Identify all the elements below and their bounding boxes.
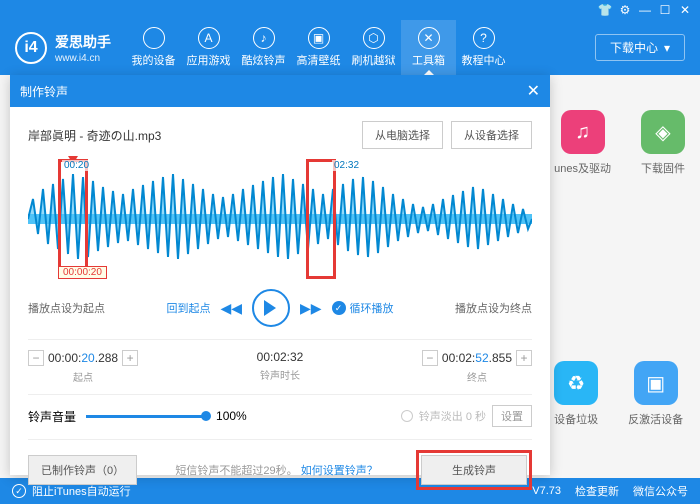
image-icon: ▣ xyxy=(308,27,330,49)
playhead-time-overlay: 00:00:20 xyxy=(58,266,107,279)
loop-toggle[interactable]: ✓循环播放 xyxy=(332,300,394,316)
choose-from-device-button[interactable]: 从设备选择 xyxy=(451,121,532,149)
modal-title: 制作铃声 xyxy=(20,83,68,100)
slider-thumb[interactable] xyxy=(201,411,211,421)
start-time-overlay: 00:20 xyxy=(62,160,91,171)
start-increment[interactable]: + xyxy=(122,350,138,366)
side-panel: ♫unes及驱动 ◈下载固件 ♻设备垃圾 ▣反激活设备 xyxy=(554,110,685,427)
wechat-link[interactable]: 微信公众号 xyxy=(633,483,688,499)
next-button[interactable]: ▶▶ xyxy=(300,300,322,317)
start-marker[interactable] xyxy=(58,159,88,279)
nav-tutorials[interactable]: ?教程中心 xyxy=(456,20,511,75)
appstore-icon: A xyxy=(198,27,220,49)
logo-icon: i4 xyxy=(15,32,47,64)
end-time-block: −00:02:52.855+ 终点 xyxy=(422,350,532,384)
recycle-icon: ♻ xyxy=(554,361,598,405)
chevron-down-icon: ▾ xyxy=(664,41,670,55)
made-ringtones-button[interactable]: 已制作铃声（0） xyxy=(28,455,137,485)
generate-ringtone-button[interactable]: 生成铃声 xyxy=(421,455,527,485)
music-icon: ♫ xyxy=(561,110,605,154)
set-start-point-button[interactable]: 播放点设为起点 xyxy=(28,300,105,316)
close-icon[interactable]: ✕ xyxy=(678,3,692,17)
download-center-button[interactable]: 下载中心▾ xyxy=(595,34,685,61)
tile-download-firmware[interactable]: ◈下载固件 xyxy=(641,110,685,176)
box-icon: ⬡ xyxy=(363,27,385,49)
logo-area: i4 爱思助手 www.i4.cn xyxy=(0,32,126,64)
end-decrement[interactable]: − xyxy=(422,350,438,366)
fade-radio[interactable] xyxy=(401,410,413,422)
tile-device-trash[interactable]: ♻设备垃圾 xyxy=(554,361,598,427)
modal-close-button[interactable]: ✕ xyxy=(527,81,540,101)
bell-icon: ♪ xyxy=(253,27,275,49)
nav-apps-games[interactable]: A应用游戏 xyxy=(181,20,236,75)
choose-from-pc-button[interactable]: 从电脑选择 xyxy=(362,121,443,149)
tile-itunes-driver[interactable]: ♫unes及驱动 xyxy=(554,110,611,176)
volume-slider[interactable] xyxy=(86,415,206,418)
fade-label: 铃声淡出 0 秒 xyxy=(419,408,486,424)
volume-value: 100% xyxy=(216,409,247,423)
minimize-icon[interactable]: — xyxy=(638,3,652,17)
nav-toolbox[interactable]: ✕工具箱 xyxy=(401,20,456,75)
back-to-start-button[interactable]: 回到起点 xyxy=(166,300,210,316)
maximize-icon[interactable]: ☐ xyxy=(658,3,672,17)
audio-filename: 岸部眞明 - 奇迹の山.mp3 xyxy=(28,127,161,144)
start-time-block: −00:00:20.288+ 起点 xyxy=(28,350,138,384)
app-url: www.i4.cn xyxy=(55,53,111,64)
window-title-bar: 👕 ⚙ — ☐ ✕ xyxy=(0,0,700,20)
tile-deactivate[interactable]: ▣反激活设备 xyxy=(628,361,683,427)
ringtone-maker-modal: 制作铃声 ✕ 岸部眞明 - 奇迹の山.mp3 从电脑选择 从设备选择 00:20… xyxy=(10,75,550,475)
nav-my-device[interactable]: 我的设备 xyxy=(126,20,181,75)
nav-jailbreak[interactable]: ⬡刷机越狱 xyxy=(346,20,401,75)
skin-icon[interactable]: 👕 xyxy=(598,3,612,17)
start-decrement[interactable]: − xyxy=(28,350,44,366)
hint-text: 短信铃声不能超过29秒。 如何设置铃声？ xyxy=(175,462,377,478)
volume-label: 铃声音量 xyxy=(28,408,76,425)
main-nav: 我的设备 A应用游戏 ♪酷炫铃声 ▣高清壁纸 ⬡刷机越狱 ✕工具箱 ?教程中心 xyxy=(126,20,580,75)
fade-settings-button[interactable]: 设置 xyxy=(492,405,532,427)
set-end-point-button[interactable]: 播放点设为终点 xyxy=(455,300,532,316)
play-button[interactable] xyxy=(252,289,290,327)
prev-button[interactable]: ◀◀ xyxy=(220,300,242,317)
settings-icon[interactable]: ⚙ xyxy=(618,3,632,17)
waveform-svg xyxy=(28,159,532,279)
tools-icon: ✕ xyxy=(418,27,440,49)
modal-header: 制作铃声 ✕ xyxy=(10,75,550,107)
end-increment[interactable]: + xyxy=(516,350,532,366)
apple-icon xyxy=(143,27,165,49)
generate-highlight: 生成铃声 xyxy=(416,450,532,490)
play-icon xyxy=(264,300,284,316)
cube-icon: ◈ xyxy=(641,110,685,154)
nav-wallpapers[interactable]: ▣高清壁纸 xyxy=(291,20,346,75)
header: i4 爱思助手 www.i4.cn 我的设备 A应用游戏 ♪酷炫铃声 ▣高清壁纸… xyxy=(0,20,700,75)
end-marker[interactable] xyxy=(306,159,336,279)
duration-block: 00:02:32 铃声时长 xyxy=(257,350,304,384)
device-icon: ▣ xyxy=(634,361,678,405)
waveform-area[interactable]: 00:20 02:32 00:00:20 xyxy=(28,159,532,279)
help-icon: ? xyxy=(473,27,495,49)
app-title: 爱思助手 xyxy=(55,32,111,52)
check-update-link[interactable]: 检查更新 xyxy=(575,483,619,499)
end-time-overlay: 02:32 xyxy=(332,160,361,171)
how-to-link[interactable]: 如何设置铃声？ xyxy=(301,465,378,477)
nav-ringtones[interactable]: ♪酷炫铃声 xyxy=(236,20,291,75)
check-icon: ✓ xyxy=(332,301,346,315)
